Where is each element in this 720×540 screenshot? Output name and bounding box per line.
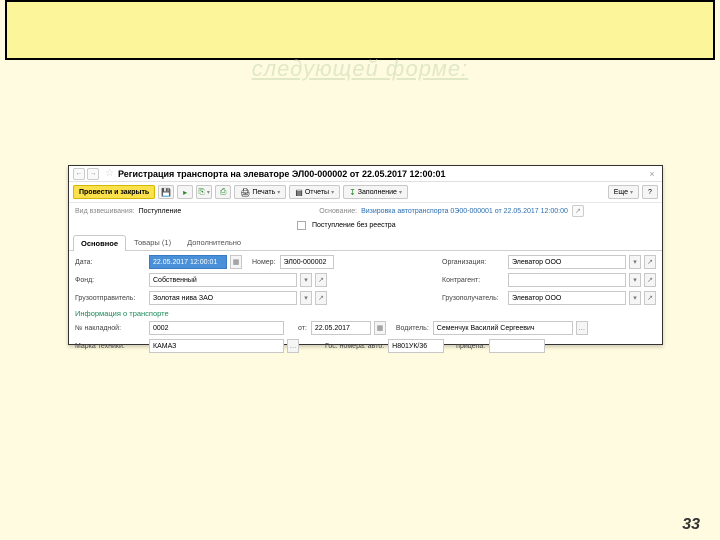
tab-goods[interactable]: Товары (1): [126, 234, 179, 250]
fill-button[interactable]: ↧Заполнение▾: [343, 185, 408, 199]
sender-field[interactable]: Золотая нива ЗАО: [149, 291, 297, 305]
print-button[interactable]: 🖨Печать▾: [234, 185, 286, 199]
waybill-field[interactable]: 0002: [149, 321, 284, 335]
nav-forward-button[interactable]: →: [87, 168, 99, 180]
close-icon[interactable]: ×: [646, 169, 658, 179]
org-label: Организация:: [442, 259, 504, 266]
page-number: 33: [682, 516, 700, 534]
titlebar: ← → ☆ Регистрация транспорта на элеватор…: [69, 166, 662, 182]
post-button[interactable]: ▸: [177, 185, 193, 199]
tab-additional[interactable]: Дополнительно: [179, 234, 249, 250]
form-main: Дата: 22.05.2017 12:00:01 ▦ Номер: ЭЛ00-…: [69, 251, 662, 361]
sender-select-icon[interactable]: ▾: [300, 291, 312, 305]
fill-icon: ↧: [349, 188, 356, 197]
info-row-2: Поступление без реестра: [69, 219, 662, 232]
tab-bar: Основное Товары (1) Дополнительно: [69, 234, 662, 251]
counterparty-open-icon[interactable]: ↗: [644, 273, 656, 287]
driver-field[interactable]: Семенчук Василий Сергеевич: [433, 321, 573, 335]
waybill-label: № накладной:: [75, 325, 145, 332]
counterparty-field[interactable]: [508, 273, 626, 287]
top-banner: [5, 0, 715, 60]
open-basis-icon[interactable]: ↗: [572, 205, 584, 217]
vehicle-field[interactable]: КАМАЗ: [149, 339, 284, 353]
vehicle-select-icon[interactable]: …: [287, 339, 299, 353]
date-field[interactable]: 22.05.2017 12:00:01: [149, 255, 227, 269]
no-registry-checkbox[interactable]: [297, 221, 306, 230]
number-field[interactable]: ЭЛ00-000002: [280, 255, 334, 269]
number-label: Номер:: [252, 259, 276, 266]
driver-select-icon[interactable]: …: [576, 321, 588, 335]
waybill-date-label: от:: [298, 325, 307, 332]
link-icon: ⎘: [198, 187, 204, 197]
fund-select-icon[interactable]: ▾: [300, 273, 312, 287]
window-title: Регистрация транспорта на элеваторе ЭЛ00…: [118, 169, 446, 179]
date-label: Дата:: [75, 259, 145, 266]
sender-open-icon[interactable]: ↗: [315, 291, 327, 305]
weighing-type-value: Поступление: [139, 208, 182, 215]
fund-open-icon[interactable]: ↗: [315, 273, 327, 287]
info-row-1: Вид взвешивания: Поступление Основание: …: [69, 203, 662, 219]
reports-button[interactable]: ▤Отчеты▾: [289, 185, 340, 199]
more-button[interactable]: Еще▾: [608, 185, 639, 199]
waybill-date-picker-icon[interactable]: ▦: [374, 321, 386, 335]
trailer-label: прицепа:: [456, 343, 485, 350]
plate-label: Гос. номера: авто:: [325, 343, 384, 350]
date-picker-icon[interactable]: ▦: [230, 255, 242, 269]
transport-section-title: Информация о транспорте: [75, 309, 656, 318]
vehicle-label: Марка техники:: [75, 343, 145, 350]
counterparty-label: Контрагент:: [442, 277, 504, 284]
sender-label: Грузоотправитель:: [75, 295, 145, 302]
org-select-icon[interactable]: ▾: [629, 255, 641, 269]
tab-main[interactable]: Основное: [73, 235, 126, 251]
receiver-select-icon[interactable]: ▾: [629, 291, 641, 305]
basis-link[interactable]: Визировка автотранспорта 0Э00-000001 от …: [361, 208, 568, 215]
fund-label: Фонд:: [75, 277, 145, 284]
org-field[interactable]: Элеватор ООО: [508, 255, 626, 269]
post-icon: ▸: [183, 188, 187, 197]
attach-button[interactable]: ⎙: [215, 185, 231, 199]
nav-back-button[interactable]: ←: [73, 168, 85, 180]
receiver-field[interactable]: Элеватор ООО: [508, 291, 626, 305]
help-button[interactable]: ?: [642, 185, 658, 199]
fund-field[interactable]: Собственный: [149, 273, 297, 287]
based-on-button[interactable]: ⎘▾: [196, 185, 212, 199]
weighing-type-label: Вид взвешивания:: [75, 208, 135, 215]
waybill-date-field[interactable]: 22.05.2017: [311, 321, 371, 335]
toolbar: Провести и закрыть 💾 ▸ ⎘▾ ⎙ 🖨Печать▾ ▤От…: [69, 182, 662, 203]
report-icon: ▤: [295, 188, 303, 197]
background-ghost-text: следующей форме:: [0, 56, 720, 82]
org-open-icon[interactable]: ↗: [644, 255, 656, 269]
printer-icon: 🖨: [240, 188, 250, 197]
clip-icon: ⎙: [220, 187, 226, 197]
driver-label: Водитель:: [396, 325, 429, 332]
counterparty-select-icon[interactable]: ▾: [629, 273, 641, 287]
no-registry-label: Поступление без реестра: [312, 222, 396, 229]
trailer-field[interactable]: [489, 339, 545, 353]
save-button[interactable]: 💾: [158, 185, 174, 199]
receiver-label: Грузополучатель:: [442, 295, 504, 302]
save-icon: 💾: [161, 188, 171, 197]
receiver-open-icon[interactable]: ↗: [644, 291, 656, 305]
favorite-star-icon[interactable]: ☆: [105, 168, 114, 179]
post-and-close-button[interactable]: Провести и закрыть: [73, 185, 155, 199]
plate-field[interactable]: Н801УК/36: [388, 339, 444, 353]
app-window: ← → ☆ Регистрация транспорта на элеватор…: [68, 165, 663, 345]
basis-label: Основание:: [319, 208, 357, 215]
